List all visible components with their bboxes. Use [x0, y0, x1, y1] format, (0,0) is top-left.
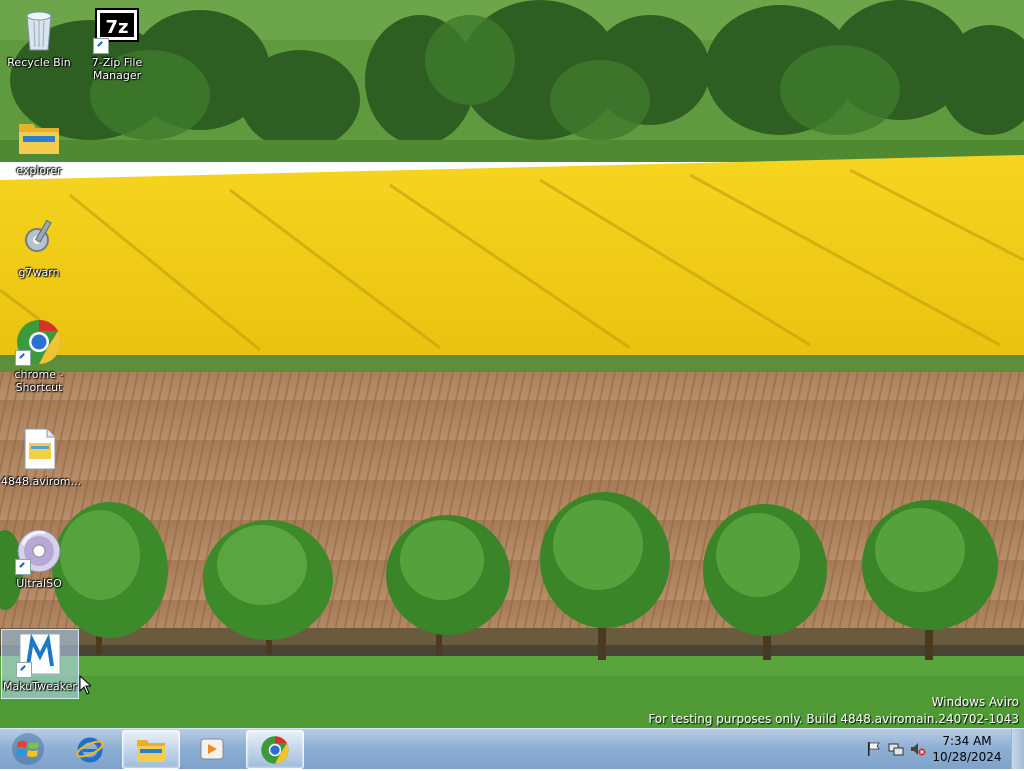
chrome-icon [15, 318, 63, 366]
network-icon[interactable] [888, 741, 904, 757]
flag-icon[interactable] [866, 741, 882, 757]
7zip-icon: 7z [93, 6, 141, 54]
desktop-icon-explorer[interactable]: explorer [1, 114, 77, 177]
start-button[interactable] [6, 731, 50, 767]
clock-date: 10/28/2024 [932, 750, 1002, 764]
desktop-icon-4848-file[interactable]: 4848.avirom... [1, 425, 82, 488]
desktop-icon-chrome-shortcut[interactable]: chrome - Shortcut [1, 318, 77, 394]
desktop-icon-label: g7warn [18, 266, 60, 279]
desktop-icon-label: UltraISO [16, 577, 62, 590]
shortcut-arrow-icon [16, 662, 32, 678]
taskbar-explorer-button[interactable] [122, 730, 180, 769]
desktop-icon-recycle-bin[interactable]: Recycle Bin [1, 6, 77, 69]
shortcut-arrow-icon [93, 38, 109, 54]
show-desktop-button[interactable] [1011, 729, 1024, 769]
svg-text:7z: 7z [105, 17, 128, 38]
ie-icon [76, 737, 104, 762]
desktop-icon-7zip[interactable]: 7z 7-Zip File Manager [79, 6, 155, 82]
desktop-wallpaper[interactable] [0, 0, 1024, 728]
shortcut-arrow-icon [15, 350, 31, 366]
desktop-icon-label: MakuTweaker [3, 680, 77, 693]
desktop-icon-label: explorer [16, 164, 62, 177]
recycle-bin-icon [15, 6, 63, 54]
desktop-icon-g7warn[interactable]: g7warn [1, 216, 77, 279]
volume-muted-icon[interactable] [910, 741, 926, 757]
wallpaper-landscape [0, 0, 1024, 728]
makutweaker-icon [16, 630, 64, 678]
taskbar-ie-button[interactable] [62, 730, 118, 767]
windows-orb-icon [12, 733, 44, 765]
chrome-icon [261, 735, 289, 764]
system-clock[interactable]: 7:34 AM 10/28/2024 [932, 733, 1002, 765]
watermark-edition: Windows Aviro [931, 695, 1019, 709]
desktop-icon-label: Recycle Bin [7, 56, 71, 69]
shortcut-arrow-icon [15, 559, 31, 575]
watermark-build: For testing purposes only. Build 4848.av… [648, 712, 1019, 726]
document-icon [15, 425, 63, 473]
taskbar-chrome-button[interactable] [246, 730, 304, 769]
desktop-icon-label: chrome - Shortcut [14, 368, 64, 394]
desktop-icon-makutweaker[interactable]: MakuTweaker [1, 629, 79, 699]
desktop-icon-label: 7-Zip File Manager [91, 56, 143, 82]
desktop-icon-ultraiso[interactable]: UltraISO [1, 527, 77, 590]
clock-time: 7:34 AM [942, 734, 992, 748]
folder-icon [15, 114, 63, 162]
gear-wrench-icon [15, 216, 63, 264]
desktop-icon-label: 4848.avirom... [1, 475, 82, 488]
taskbar-media-player-button[interactable] [184, 730, 240, 767]
media-player-icon [200, 738, 224, 759]
folder-icon [137, 739, 165, 762]
disc-icon [15, 527, 63, 575]
mouse-cursor-icon [79, 675, 91, 695]
taskbar[interactable]: 7:34 AM 10/28/2024 [0, 728, 1024, 769]
